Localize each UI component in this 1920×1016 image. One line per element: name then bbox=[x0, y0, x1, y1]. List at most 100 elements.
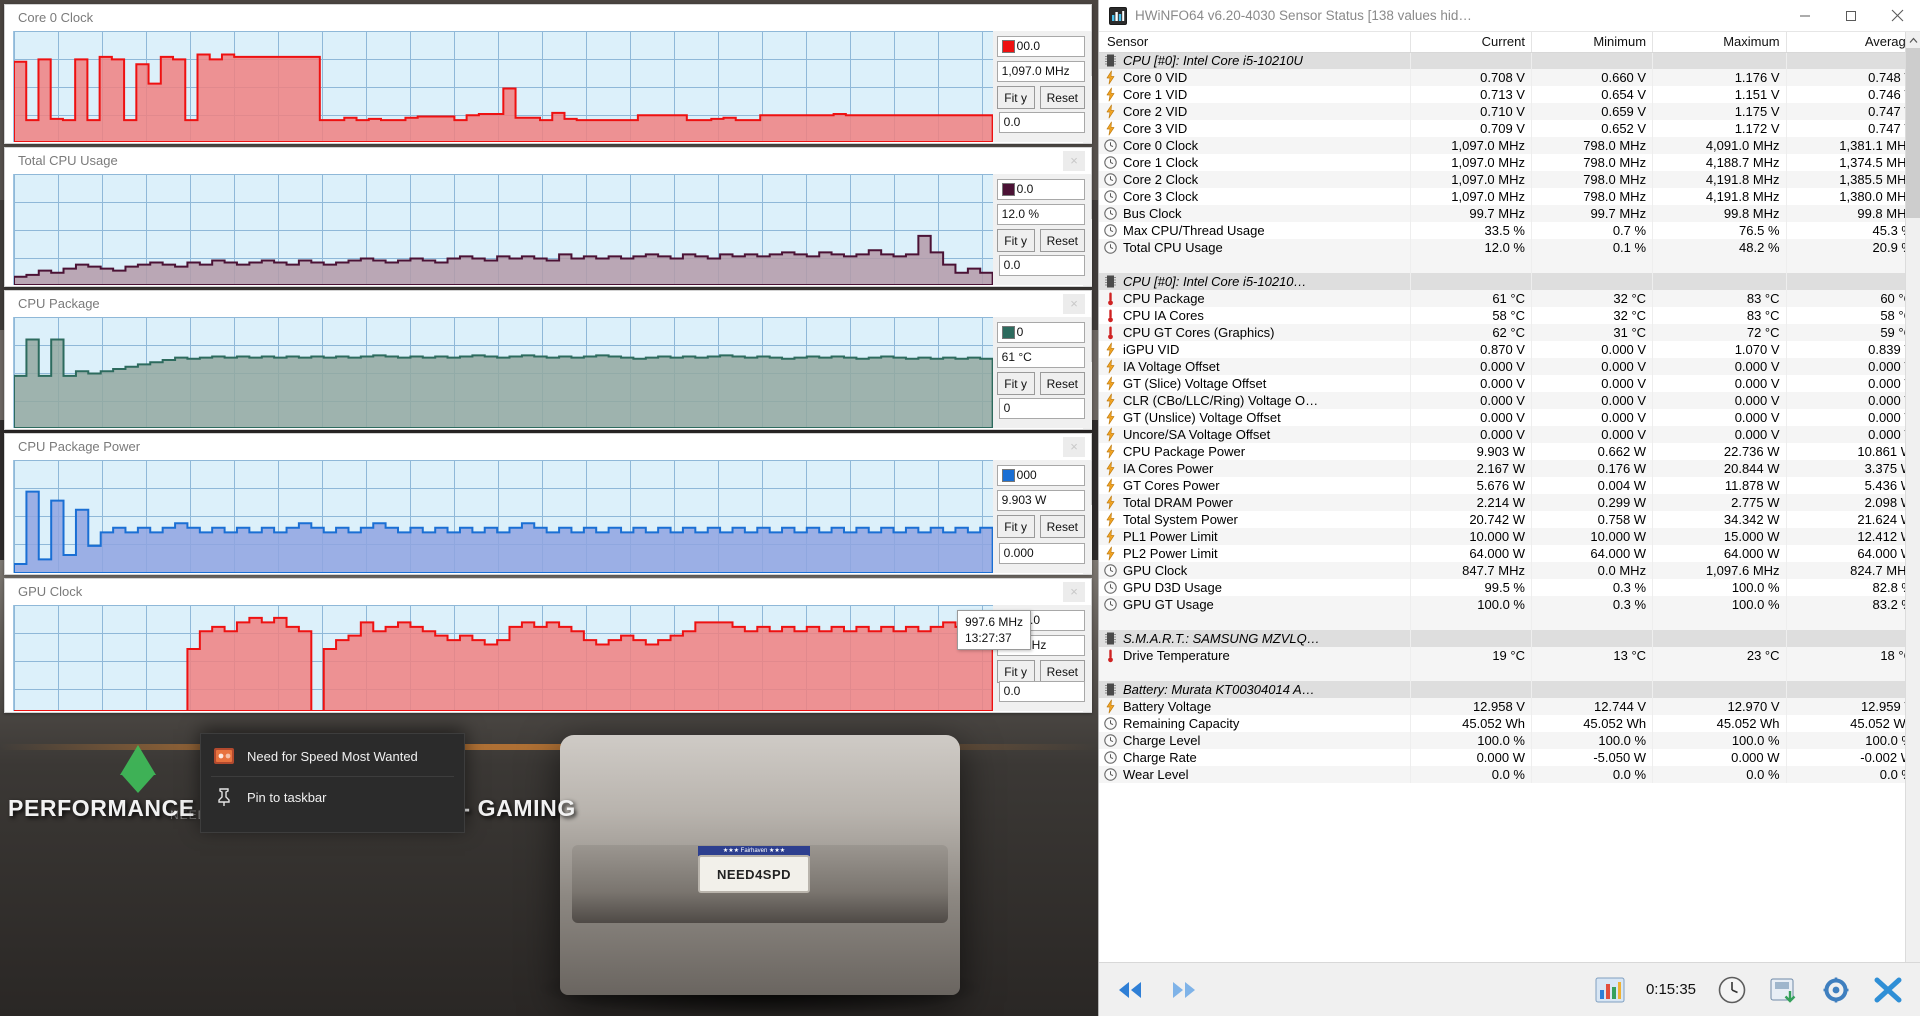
graph-max-field[interactable]: 00.0 bbox=[996, 36, 1085, 57]
sensor-row[interactable]: Charge Level 100.0 % 100.0 % 100.0 % 100.0 % bbox=[1099, 732, 1920, 749]
graph-current-field[interactable]: 1,097.0 MHz bbox=[996, 61, 1085, 82]
graph-max-field[interactable]: 0.0 bbox=[996, 179, 1085, 200]
graph-close-icon[interactable]: × bbox=[1063, 294, 1085, 314]
sensor-row[interactable]: Core 3 Clock 1,097.0 MHz 798.0 MHz 4,191.8 … bbox=[1099, 188, 1920, 205]
fit-y-button[interactable]: Fit y bbox=[996, 372, 1035, 395]
sensor-row[interactable]: IA Voltage Offset 0.000 V 0.000 V 0.000 V 0.… bbox=[1099, 358, 1920, 375]
close-button[interactable] bbox=[1874, 0, 1920, 32]
sensor-row[interactable]: Wear Level 0.0 % 0.0 % 0.0 % 0.0 % bbox=[1099, 766, 1920, 783]
sensor-row[interactable]: Remaining Capacity 45.052 Wh 45.052 Wh 45.0… bbox=[1099, 715, 1920, 732]
graph-close-icon[interactable]: × bbox=[1063, 151, 1085, 171]
sensor-row[interactable]: Max CPU/Thread Usage 33.5 % 0.7 % 76.5 % 45.… bbox=[1099, 222, 1920, 239]
graph-min-field[interactable]: 0.0 bbox=[998, 681, 1085, 702]
minimize-button[interactable] bbox=[1782, 0, 1828, 32]
graph-max-field[interactable]: 0 bbox=[996, 322, 1085, 343]
sensor-row[interactable]: Bus Clock 99.7 MHz 99.7 MHz 99.8 MHz 99.8 MH… bbox=[1099, 205, 1920, 222]
graph-min-field[interactable]: 0.0 bbox=[998, 255, 1085, 276]
graph-panel-4[interactable]: CPU Package Power × 000 9.903 W Fit y Reset 0.… bbox=[4, 433, 1092, 575]
sensor-row[interactable]: Battery Voltage 12.958 V 12.744 V 12.970 V1… bbox=[1099, 698, 1920, 715]
snapshot-button[interactable] bbox=[1762, 970, 1806, 1009]
graph-plot-area[interactable] bbox=[13, 31, 993, 142]
sensor-row[interactable]: Core 1 VID 0.713 V 0.654 V 1.151 V 0.746 V bbox=[1099, 86, 1920, 103]
fit-y-button[interactable]: Fit y bbox=[996, 229, 1035, 252]
reset-button[interactable]: Reset bbox=[1039, 229, 1085, 252]
sensor-row[interactable]: Core 2 VID 0.710 V 0.659 V 1.175 V 0.747 V bbox=[1099, 103, 1920, 120]
column-header-current[interactable]: Current bbox=[1410, 32, 1532, 53]
graph-panel-3[interactable]: CPU Package × 0 61 °C Fit y Reset 0 bbox=[4, 290, 1092, 430]
sensor-group-row[interactable]: CPU [#0]: Intel Core i5-10210U bbox=[1099, 52, 1920, 69]
clock-button[interactable] bbox=[1710, 970, 1754, 1009]
graph-current-field[interactable]: 61 °C bbox=[996, 347, 1085, 368]
column-header-average[interactable]: Average bbox=[1786, 32, 1920, 53]
close-all-button[interactable] bbox=[1866, 970, 1910, 1009]
sensor-row[interactable]: GT Cores Power 5.676 W 0.004 W 11.878 W 5.43… bbox=[1099, 477, 1920, 494]
graph-panel-1[interactable]: Core 0 Clock 00.0 1,097.0 MHz Fit y Reset 0.0 bbox=[4, 4, 1092, 144]
graph-min-field[interactable]: 0.0 bbox=[998, 112, 1085, 133]
sensor-row[interactable]: Total DRAM Power 2.214 W 0.299 W 2.775 W 2.0… bbox=[1099, 494, 1920, 511]
fit-y-button[interactable]: Fit y bbox=[996, 660, 1035, 683]
sensor-row[interactable]: Drive Temperature 19 °C 13 °C 23 °C 18 °C bbox=[1099, 647, 1920, 664]
reset-button[interactable]: Reset bbox=[1039, 86, 1085, 109]
taskbar-jumplist[interactable]: Need for Speed Most Wanted Pin to taskba… bbox=[200, 733, 465, 833]
column-header-maximum[interactable]: Maximum bbox=[1652, 32, 1787, 53]
graph-panel-2[interactable]: Total CPU Usage × 0.0 12.0 % Fit y Reset 0.0 bbox=[4, 147, 1092, 287]
sensor-row[interactable]: PL1 Power Limit 10.000 W 10.000 W 15.000 W1… bbox=[1099, 528, 1920, 545]
graph-min-field[interactable]: 0.000 bbox=[998, 543, 1085, 564]
graph-close-icon[interactable]: × bbox=[1063, 582, 1085, 602]
graph-plot-area[interactable] bbox=[13, 460, 993, 573]
scrollbar-thumb[interactable] bbox=[1906, 48, 1920, 218]
sensor-row[interactable]: Total CPU Usage 12.0 % 0.1 % 48.2 % 20.9 % bbox=[1099, 239, 1920, 256]
graph-plot-area[interactable] bbox=[13, 174, 993, 285]
settings-button[interactable] bbox=[1814, 970, 1858, 1009]
maximize-button[interactable] bbox=[1828, 0, 1874, 32]
sensor-row[interactable]: Total System Power 20.742 W 0.758 W 34.342 … bbox=[1099, 511, 1920, 528]
fit-y-button[interactable]: Fit y bbox=[996, 86, 1035, 109]
column-header-minimum[interactable]: Minimum bbox=[1531, 32, 1654, 53]
sensor-table-scrollbar[interactable] bbox=[1905, 32, 1920, 962]
sensor-row[interactable]: GT (Slice) Voltage Offset 0.000 V 0.000 V0… bbox=[1099, 375, 1920, 392]
next-button[interactable] bbox=[1161, 970, 1205, 1009]
scroll-up-icon[interactable] bbox=[1906, 32, 1920, 48]
hwinfo-titlebar[interactable]: HWiNFO64 v6.20-4030 Sensor Status [138 v… bbox=[1099, 0, 1920, 32]
sensor-row[interactable]: Uncore/SA Voltage Offset 0.000 V 0.000 V 0.… bbox=[1099, 426, 1920, 443]
reset-button[interactable]: Reset bbox=[1039, 660, 1085, 683]
sensor-table-container[interactable]: Sensor Current Minimum Maximum Average C… bbox=[1099, 32, 1920, 962]
sensor-row[interactable]: PL2 Power Limit 64.000 W 64.000 W 64.000 W6… bbox=[1099, 545, 1920, 562]
graph-current-field[interactable]: 9.903 W bbox=[996, 490, 1085, 511]
jumplist-item-game[interactable]: Need for Speed Most Wanted bbox=[201, 739, 464, 773]
sensor-row[interactable]: Core 1 Clock 1,097.0 MHz 798.0 MHz 4,188.7 … bbox=[1099, 154, 1920, 171]
graph-min-field[interactable]: 0 bbox=[998, 398, 1085, 419]
sensor-row[interactable]: GPU GT Usage 100.0 % 0.3 % 100.0 % 83.2 % bbox=[1099, 596, 1920, 613]
fit-y-button[interactable]: Fit y bbox=[996, 515, 1035, 538]
graph-panel-5[interactable]: GPU Clock×00.07.7 MHzFit yReset0.0 bbox=[4, 578, 1092, 713]
reset-button[interactable]: Reset bbox=[1039, 515, 1085, 538]
graph-current-field[interactable]: 12.0 % bbox=[996, 204, 1085, 225]
sensor-row[interactable]: CPU Package 61 °C 32 °C 83 °C 60 °C bbox=[1099, 290, 1920, 307]
graph-max-field[interactable]: 000 bbox=[996, 465, 1085, 486]
sensor-row[interactable]: CPU IA Cores 58 °C 32 °C 83 °C 58 °C bbox=[1099, 307, 1920, 324]
sensor-row[interactable]: Core 3 VID 0.709 V 0.652 V 1.172 V 0.747 V bbox=[1099, 120, 1920, 137]
graph-plot-area[interactable] bbox=[13, 605, 993, 711]
sensor-row[interactable]: GPU Clock 847.7 MHz 0.0 MHz 1,097.6 MHz 824.… bbox=[1099, 562, 1920, 579]
sensor-row[interactable]: Core 2 Clock 1,097.0 MHz 798.0 MHz 4,191.8 … bbox=[1099, 171, 1920, 188]
sensor-row[interactable]: GT (Unslice) Voltage Offset 0.000 V 0.000 … bbox=[1099, 409, 1920, 426]
sensor-row[interactable]: CPU Package Power 9.903 W 0.662 W 22.736 W1… bbox=[1099, 443, 1920, 460]
column-header-sensor[interactable]: Sensor bbox=[1099, 32, 1411, 53]
sensor-group-row[interactable]: Battery: Murata KT00304014 A… bbox=[1099, 681, 1920, 698]
graph-close-icon[interactable]: × bbox=[1063, 437, 1085, 457]
sensor-row[interactable]: CPU GT Cores (Graphics) 62 °C 31 °C 72 °C 59… bbox=[1099, 324, 1920, 341]
sensor-row[interactable]: Core 0 Clock 1,097.0 MHz 798.0 MHz 4,091.0 … bbox=[1099, 137, 1920, 154]
prev-button[interactable] bbox=[1109, 970, 1153, 1009]
sensor-row[interactable]: Charge Rate 0.000 W -5.050 W 0.000 W -0.002 … bbox=[1099, 749, 1920, 766]
graph-plot-area[interactable] bbox=[13, 317, 993, 428]
sensor-group-row[interactable]: S.M.A.R.T.: SAMSUNG MZVLQ… bbox=[1099, 630, 1920, 647]
sensor-row[interactable]: GPU D3D Usage 99.5 % 0.3 % 100.0 % 82.8 % bbox=[1099, 579, 1920, 596]
sensor-row[interactable]: iGPU VID 0.870 V 0.000 V 1.070 V 0.839 V bbox=[1099, 341, 1920, 358]
charts-button[interactable] bbox=[1587, 970, 1632, 1009]
sensor-row[interactable]: CLR (CBo/LLC/Ring) Voltage O… 0.000 V 0.00… bbox=[1099, 392, 1920, 409]
sensor-row[interactable]: Core 0 VID 0.708 V 0.660 V 1.176 V 0.748 V bbox=[1099, 69, 1920, 86]
sensor-group-row[interactable]: CPU [#0]: Intel Core i5-10210… bbox=[1099, 273, 1920, 290]
jumplist-item-pin[interactable]: Pin to taskbar bbox=[201, 780, 464, 814]
sensor-row[interactable]: IA Cores Power 2.167 W 0.176 W 20.844 W 3.37… bbox=[1099, 460, 1920, 477]
reset-button[interactable]: Reset bbox=[1039, 372, 1085, 395]
